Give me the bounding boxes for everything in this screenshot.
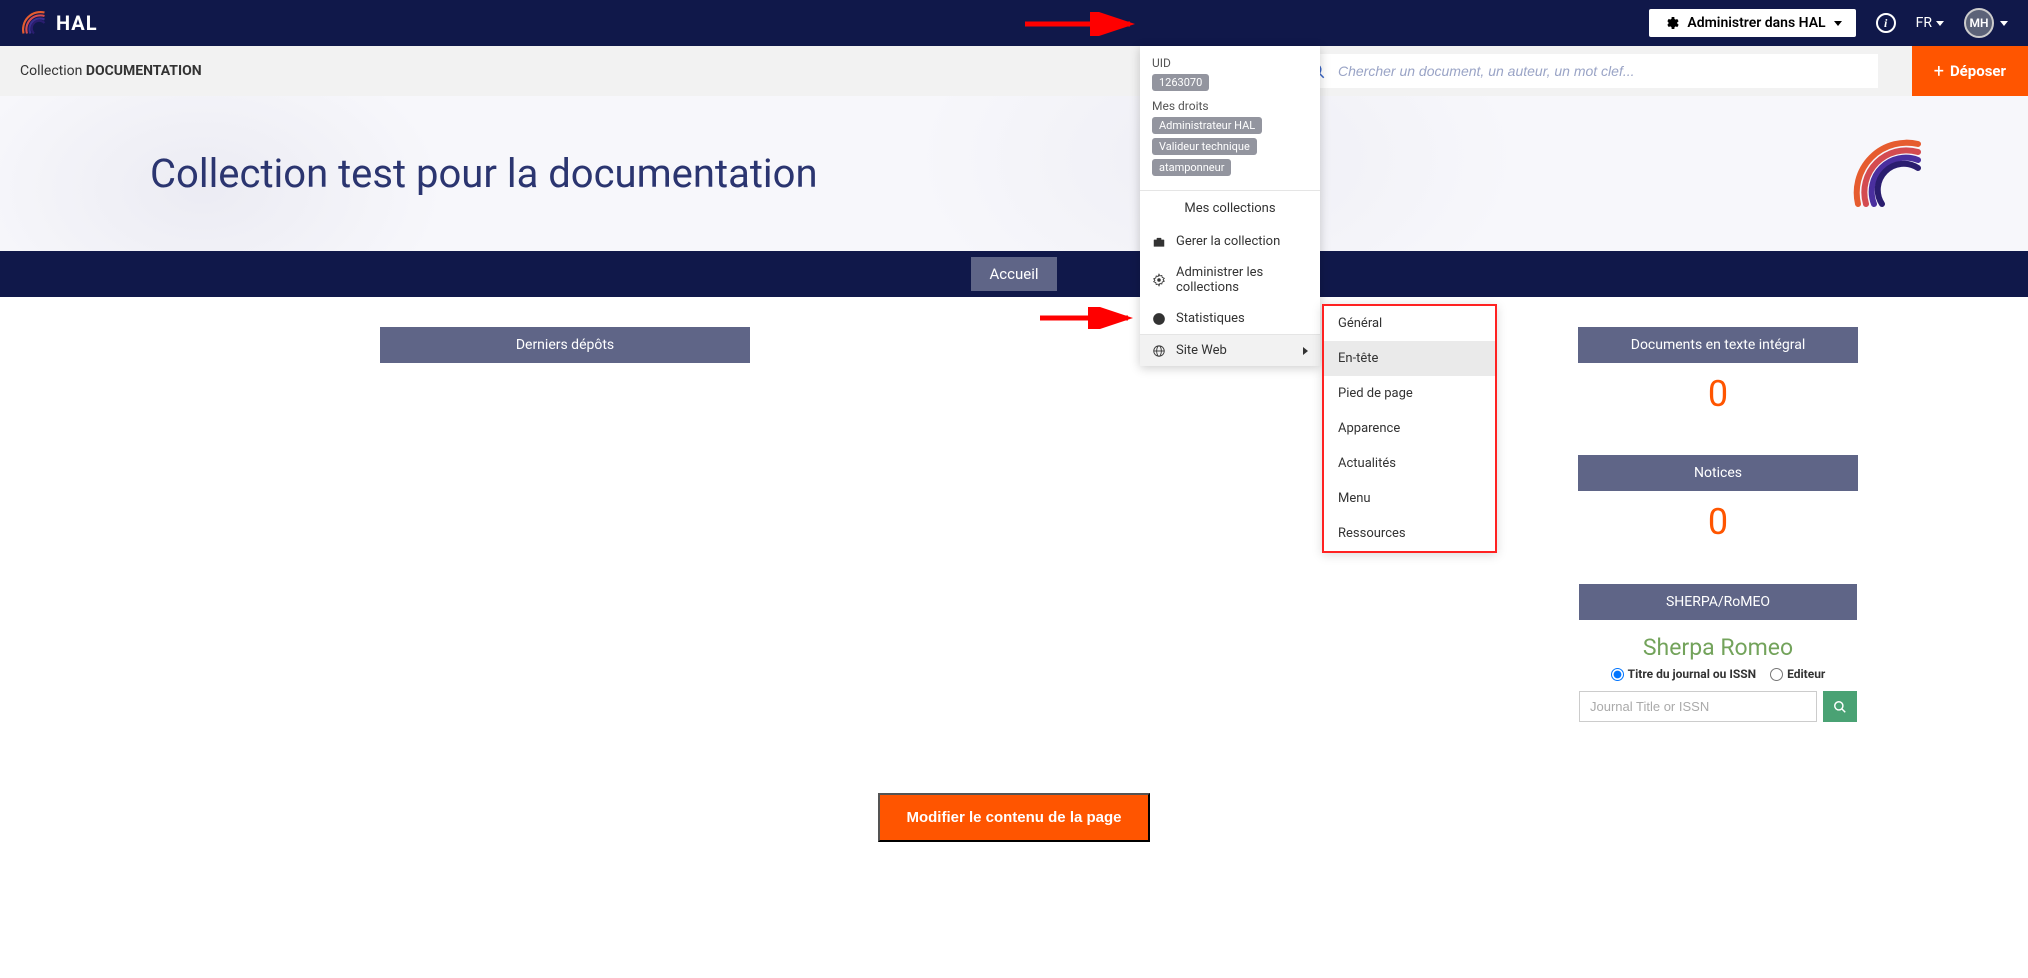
widget-derniers-depots: Derniers dépôts <box>380 327 750 363</box>
briefcase-icon <box>1152 235 1166 249</box>
page-title: Collection test pour la documentation <box>150 150 818 197</box>
admin-dropdown: UID 1263070 Mes droits Administrateur HA… <box>1140 46 1320 366</box>
siteweb-submenu: Général En-tête Pied de page Apparence A… <box>1322 304 1497 553</box>
widget-notices: Notices 0 <box>1578 455 1858 563</box>
avatar-menu[interactable]: MH <box>1964 8 2008 38</box>
submenu-actualites[interactable]: Actualités <box>1324 446 1495 481</box>
sub-header: Collection DOCUMENTATION <box>0 46 2028 96</box>
gear-icon <box>1663 15 1679 31</box>
breadcrumb: Collection DOCUMENTATION <box>20 63 202 79</box>
submenu-menu[interactable]: Menu <box>1324 481 1495 516</box>
search-input[interactable] <box>1338 63 1868 79</box>
dp-stats-label: Statistiques <box>1176 311 1245 326</box>
droits-label: Mes droits <box>1152 99 1308 113</box>
sherpa-search-button[interactable] <box>1823 691 1857 722</box>
globe-icon <box>1152 344 1166 358</box>
lang-selector[interactable]: FR <box>1916 15 1944 31</box>
caret-down-icon <box>1936 21 1944 26</box>
dp-siteweb-label: Site Web <box>1176 343 1227 358</box>
admin-hal-button[interactable]: Administrer dans HAL <box>1649 9 1855 37</box>
content: Derniers dépôts Documents en texte intég… <box>0 297 2028 753</box>
dp-site-web[interactable]: Site Web <box>1140 335 1320 366</box>
tag-tamponneur: atamponneur <box>1152 159 1231 176</box>
dp-administrer-collections[interactable]: Administrer les collections <box>1140 257 1320 303</box>
submenu-apparence[interactable]: Apparence <box>1324 411 1495 446</box>
admin-btn-label: Administrer dans HAL <box>1687 15 1825 31</box>
chevron-right-icon <box>1303 347 1308 355</box>
radio-titre-label: Titre du journal ou ISSN <box>1628 667 1756 681</box>
pie-chart-icon <box>1152 312 1166 326</box>
modify-page-button[interactable]: Modifier le contenu de la page <box>878 793 1149 842</box>
widget-sherpa-title: SHERPA/RoMEO <box>1579 584 1857 620</box>
search-icon <box>1833 700 1847 714</box>
nav-accueil[interactable]: Accueil <box>971 257 1056 291</box>
dp-gerer-collection[interactable]: Gerer la collection <box>1140 226 1320 257</box>
radio-titre[interactable]: Titre du journal ou ISSN <box>1611 667 1756 681</box>
radio-editeur-label: Editeur <box>1787 667 1825 681</box>
deposit-button[interactable]: + Déposer <box>1912 46 2028 96</box>
widget-notices-title: Notices <box>1578 455 1858 491</box>
uid-tag: 1263070 <box>1152 74 1209 91</box>
hero: Collection test pour la documentation <box>0 96 2028 251</box>
radio-editeur[interactable]: Editeur <box>1770 667 1825 681</box>
info-icon[interactable]: i <box>1876 13 1896 33</box>
sherpa-input[interactable] <box>1579 691 1817 722</box>
crumb-name: DOCUMENTATION <box>86 63 202 79</box>
widget-docs-title: Documents en texte intégral <box>1578 327 1858 363</box>
brand-text: HAL <box>56 11 98 35</box>
caret-down-icon <box>1834 21 1842 26</box>
submenu-pied[interactable]: Pied de page <box>1324 376 1495 411</box>
right-column: Documents en texte intégral 0 Notices 0 … <box>1578 327 1858 723</box>
submenu-ressources[interactable]: Ressources <box>1324 516 1495 551</box>
dp-statistiques[interactable]: Statistiques <box>1140 303 1320 334</box>
dp-collections-header: Mes collections <box>1140 191 1320 226</box>
radio-editeur-input[interactable] <box>1770 668 1783 681</box>
sherpa-logo: Sherpa Romeo <box>1579 634 1857 661</box>
plus-icon: + <box>1934 61 1944 82</box>
gear-icon <box>1152 273 1166 287</box>
dp-gerer-label: Gerer la collection <box>1176 234 1280 249</box>
tag-admin-hal: Administrateur HAL <box>1152 117 1262 134</box>
crumb-prefix: Collection <box>20 63 86 79</box>
uid-label: UID <box>1152 56 1308 70</box>
dp-administrer-label: Administrer les collections <box>1176 265 1308 295</box>
docs-count: 0 <box>1578 363 1858 435</box>
widget-docs: Documents en texte intégral 0 <box>1578 327 1858 435</box>
widget-sherpa: SHERPA/RoMEO Sherpa Romeo Titre du journ… <box>1578 583 1858 723</box>
main-nav: Accueil <box>0 251 2028 297</box>
submenu-entete[interactable]: En-tête <box>1324 341 1495 376</box>
search-bar <box>1298 54 1878 88</box>
notices-count: 0 <box>1578 491 1858 563</box>
deposit-label: Déposer <box>1950 62 2006 80</box>
lang-label: FR <box>1916 15 1932 31</box>
left-column: Derniers dépôts <box>170 327 750 363</box>
annotation-arrow-1 <box>1025 12 1145 36</box>
hero-wave-icon <box>1848 134 1928 214</box>
caret-down-icon <box>2000 21 2008 26</box>
submenu-general[interactable]: Général <box>1324 306 1495 341</box>
tag-valideur: Valideur technique <box>1152 138 1257 155</box>
annotation-arrow-2 <box>1040 307 1140 329</box>
hal-logo[interactable]: HAL <box>20 9 98 37</box>
hal-logo-icon <box>20 9 48 37</box>
avatar: MH <box>1964 8 1994 38</box>
top-header: HAL Administrer dans HAL i FR MH <box>0 0 2028 46</box>
radio-titre-input[interactable] <box>1611 668 1624 681</box>
